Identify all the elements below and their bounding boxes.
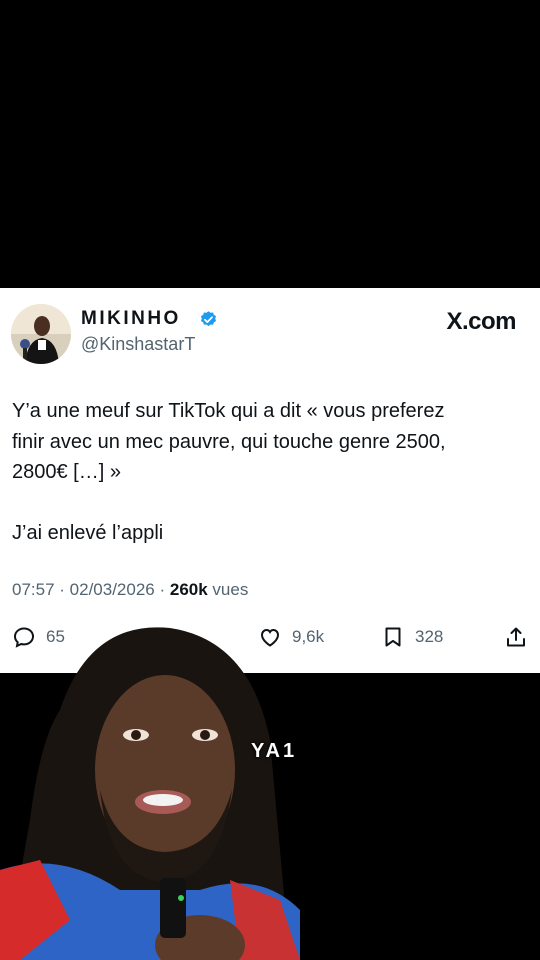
bookmark-button[interactable]: 328 (381, 622, 443, 652)
tweet-date[interactable]: 02/03/2026 (70, 580, 155, 599)
tweet-card: MIKINHO @KinshastarT X.com Y’a une meuf … (0, 288, 540, 673)
views-count: 260k (169, 580, 208, 599)
bookmark-icon (385, 627, 401, 647)
tweet-text: Y’a une meuf sur TikTok qui a dit « vous… (12, 400, 446, 544)
top-black-area (0, 0, 540, 288)
tweet-meta: 07:57 · 02/03/2026 · 260k vues (12, 580, 249, 599)
tweet-time[interactable]: 07:57 (12, 580, 55, 599)
display-name[interactable]: MIKINHO (81, 308, 181, 330)
verified-badge-icon (200, 311, 217, 327)
bookmark-count: 328 (415, 627, 444, 646)
person-image (0, 620, 300, 960)
video-caption: YA1 (251, 740, 298, 762)
share-icon (507, 627, 525, 647)
handle[interactable]: @KinshastarT (81, 334, 195, 355)
avatar[interactable] (11, 304, 71, 364)
x-brand-logo: X.com (446, 308, 516, 335)
share-button[interactable] (504, 622, 528, 652)
views-label: vues (212, 580, 249, 599)
